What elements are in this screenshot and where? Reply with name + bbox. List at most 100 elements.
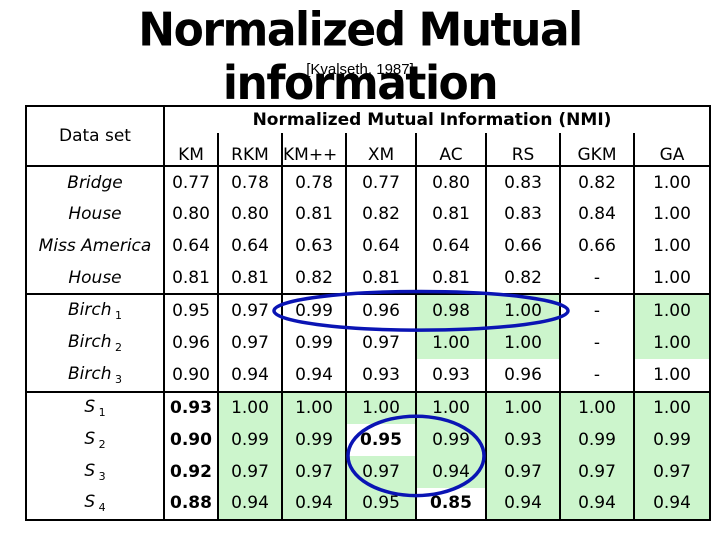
nmi-value-xm: 0.64 [345, 230, 416, 262]
table-row: Bridge 0.77 0.78 0.78 0.77 0.80 0.83 0.82 1.00 [26, 164, 710, 199]
table-row: S 3 0.92 0.97 0.97 0.97 0.94 0.97 0.97 0.97 [26, 455, 710, 488]
nmi-value-gkm: 0.84 [559, 198, 634, 231]
nmi-value-ga: 0.97 [633, 455, 710, 488]
nmi-value-xm: 0.77 [345, 164, 416, 199]
nmi-value-kmplusplus: 0.99 [281, 327, 346, 359]
nmi-value-rkm: 0.97 [217, 455, 282, 488]
data-set-subscript: 3 [111, 372, 122, 386]
nmi-value-km: 0.90 [163, 424, 218, 456]
nmi-value-ac: 0.85 [415, 487, 486, 521]
nmi-value-km: 0.93 [163, 390, 218, 425]
data-set-subscript: 4 [95, 501, 106, 515]
nmi-value-ac: 0.93 [415, 358, 486, 392]
data-set-name: Birch 1 [26, 293, 165, 328]
nmi-value-rkm: 0.97 [217, 327, 282, 359]
column-header-xm: XM [345, 133, 416, 166]
nmi-value-ga: 1.00 [633, 261, 710, 295]
table-row: S 4 0.88 0.94 0.94 0.95 0.85 0.94 0.94 0.94 [26, 487, 710, 521]
nmi-value-xm: 0.96 [345, 293, 416, 328]
table-row: S 1 0.93 1.00 1.00 1.00 1.00 1.00 1.00 1.00 [26, 390, 710, 425]
nmi-value-rkm: 0.99 [217, 424, 282, 456]
data-set-name: Birch 2 [26, 327, 165, 359]
nmi-value-xm: 0.93 [345, 358, 416, 392]
nmi-value-km: 0.90 [163, 358, 218, 392]
nmi-value-kmplusplus: 0.99 [281, 293, 346, 328]
data-set-label: Birch [68, 331, 112, 352]
nmi-value-ac: 0.81 [415, 261, 486, 295]
nmi-value-ac: 0.99 [415, 424, 486, 456]
nmi-value-xm: 0.82 [345, 198, 416, 231]
data-set-label: S [84, 460, 96, 481]
nmi-table: Data set Normalized Mutual Information (… [25, 105, 711, 522]
nmi-value-kmplusplus: 0.94 [281, 487, 346, 521]
nmi-value-xm: 0.81 [345, 261, 416, 295]
nmi-value-rs: 0.96 [485, 358, 560, 392]
nmi-value-rkm: 0.80 [217, 198, 282, 231]
nmi-value-km: 0.80 [163, 198, 218, 231]
nmi-value-gkm: - [559, 261, 634, 295]
nmi-value-rkm: 0.97 [217, 293, 282, 328]
nmi-value-rs: 0.97 [485, 455, 560, 488]
nmi-value-ga: 1.00 [633, 198, 710, 231]
column-header-ga: GA [633, 133, 710, 166]
nmi-value-ga: 0.99 [633, 424, 710, 456]
nmi-value-km: 0.81 [163, 261, 218, 295]
nmi-value-km: 0.88 [163, 487, 218, 521]
nmi-value-rs: 0.82 [485, 261, 560, 295]
nmi-value-xm: 0.95 [345, 424, 416, 456]
nmi-value-km: 0.77 [163, 164, 218, 199]
data-set-label: House [68, 267, 122, 288]
nmi-value-kmplusplus: 0.99 [281, 424, 346, 456]
data-set-subscript: 2 [111, 340, 122, 354]
nmi-value-kmplusplus: 0.78 [281, 164, 346, 199]
nmi-value-rs: 0.94 [485, 487, 560, 521]
table-row: Birch 1 0.95 0.97 0.99 0.96 0.98 1.00-1.00 [26, 293, 710, 328]
table-body: Bridge 0.77 0.78 0.78 0.77 0.80 0.83 0.82 1.00 Ho… [26, 164, 710, 521]
nmi-value-ga: 1.00 [633, 390, 710, 425]
data-set-name: S 4 [26, 487, 165, 521]
table-row: House 0.80 0.80 0.81 0.82 0.81 0.83 0.84 1.00 [26, 198, 710, 231]
nmi-value-gkm: - [559, 358, 634, 392]
nmi-value-rkm: 1.00 [217, 390, 282, 425]
nmi-value-xm: 0.97 [345, 327, 416, 359]
nmi-value-gkm: 0.66 [559, 230, 634, 262]
nmi-value-kmplusplus: 0.63 [281, 230, 346, 262]
data-set-label: House [68, 204, 122, 225]
nmi-value-rkm: 0.94 [217, 487, 282, 521]
nmi-value-gkm: 1.00 [559, 390, 634, 425]
nmi-group-header: Normalized Mutual Information (NMI) [252, 110, 612, 130]
nmi-value-rs: 1.00 [485, 293, 560, 328]
data-set-subscript: 3 [95, 469, 106, 483]
nmi-value-rs: 1.00 [485, 390, 560, 425]
data-set-name: Bridge [26, 164, 165, 199]
table-row: Miss America 0.64 0.64 0.63 0.64 0.64 0.66 0.66… [26, 230, 710, 262]
nmi-value-xm: 0.97 [345, 455, 416, 488]
nmi-value-ac: 0.98 [415, 293, 486, 328]
nmi-value-kmplusplus: 0.97 [281, 455, 346, 488]
data-set-label: S [84, 429, 96, 450]
nmi-value-rkm: 0.78 [217, 164, 282, 199]
column-header-ac: AC [415, 133, 486, 166]
data-set-label: S [84, 492, 96, 513]
table-row: Birch 3 0.90 0.94 0.94 0.93 0.93 0.96-1.00 [26, 358, 710, 392]
column-header-rkm: RKM [217, 133, 282, 166]
data-set-name: S 2 [26, 424, 165, 456]
column-header-kmplusplus: KM++ [281, 133, 346, 166]
nmi-value-gkm: 0.97 [559, 455, 634, 488]
data-set-subscript: 1 [111, 309, 122, 323]
data-set-label: Birch [68, 363, 112, 384]
nmi-value-ac: 0.94 [415, 455, 486, 488]
nmi-value-ga: 1.00 [633, 327, 710, 359]
nmi-value-rs: 0.83 [485, 164, 560, 199]
nmi-value-kmplusplus: 0.81 [281, 198, 346, 231]
nmi-value-gkm: 0.82 [559, 164, 634, 199]
nmi-value-rkm: 0.94 [217, 358, 282, 392]
data-set-label: Bridge [67, 172, 123, 193]
citation: [Kvalseth, 1987] [306, 61, 414, 78]
data-set-subscript: 1 [95, 406, 106, 420]
table-row: Birch 2 0.96 0.97 0.99 0.97 1.00 1.00-1.00 [26, 327, 710, 359]
data-set-label: S [84, 397, 96, 418]
data-set-name: House [26, 198, 165, 231]
data-set-name: S 1 [26, 390, 165, 425]
nmi-value-ga: 0.94 [633, 487, 710, 521]
